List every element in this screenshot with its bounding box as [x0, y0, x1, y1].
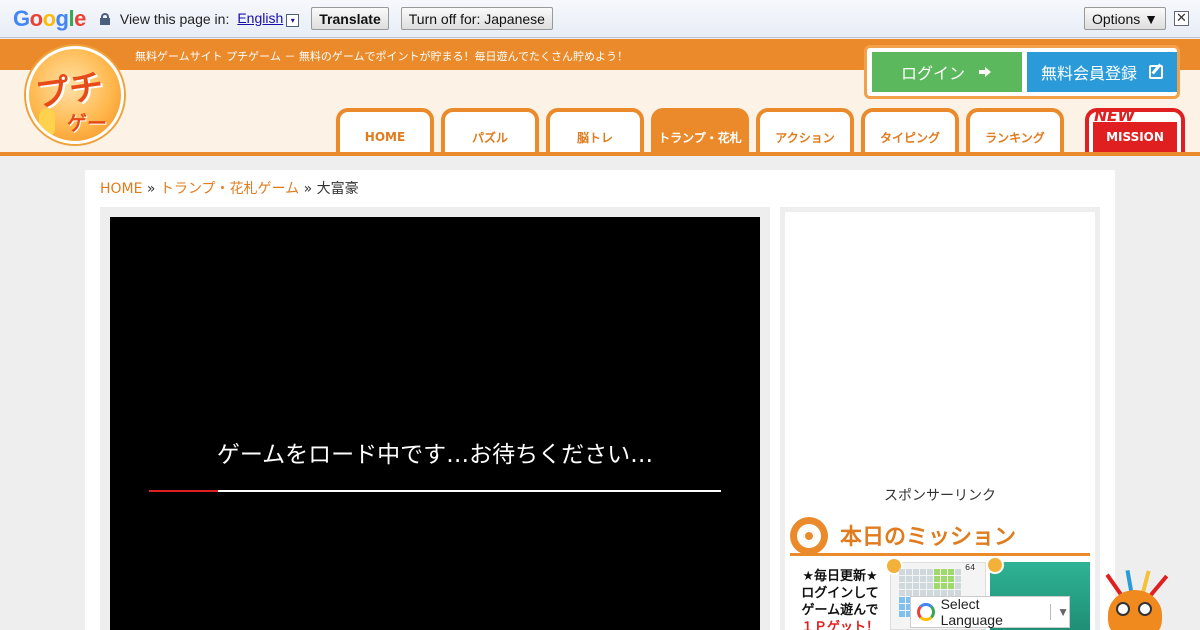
- puzzle-cell: [899, 604, 905, 610]
- header-divider: [0, 152, 1200, 156]
- google-logo: Google: [13, 5, 86, 31]
- puzzle-cell: [941, 569, 947, 575]
- select-language-widget[interactable]: Select Language ▼: [910, 596, 1070, 628]
- puzzle-cell: [934, 569, 940, 575]
- nav-tab-action[interactable]: アクション: [756, 108, 854, 154]
- puzzle-cell: [927, 576, 933, 582]
- mission-note: ★毎日更新★ ログインして ゲーム遊んで １Ｐゲット！: [794, 568, 886, 630]
- puzzle-cell: [899, 590, 905, 596]
- auth-box: ログイン 無料会員登録: [864, 45, 1180, 99]
- puzzle-cell: [920, 576, 926, 582]
- nav-tab-brain[interactable]: 脳トレ: [546, 108, 644, 154]
- medal-icon: [986, 556, 1004, 574]
- puzzle-cell: [955, 569, 961, 575]
- puzzle-cell: [934, 583, 940, 589]
- puzzle-cell: [899, 597, 905, 603]
- google-translate-bar: Google View this page in: English ▾ Trans…: [0, 0, 1200, 38]
- loading-progress-fill: [149, 490, 218, 492]
- register-button[interactable]: 無料会員登録: [1027, 52, 1177, 92]
- puzzle-cell: [899, 583, 905, 589]
- mascot-eye: [1138, 602, 1152, 616]
- puzzle-cell: [899, 576, 905, 582]
- main-content: HOME » トランプ・花札ゲーム » 大富豪 ゲームをロード中です…お待ちくだ…: [85, 170, 1115, 630]
- puzzle-cell: [948, 569, 954, 575]
- nav-tab-typing[interactable]: タイピング: [861, 108, 959, 154]
- puzzle-cell: [906, 583, 912, 589]
- select-language-label: Select Language: [940, 596, 1003, 628]
- loading-progress-bar: [149, 490, 721, 492]
- puzzle-cell: [927, 583, 933, 589]
- puzzle-cell: [941, 583, 947, 589]
- puzzle-cell: [920, 583, 926, 589]
- mission-note-line: ★毎日更新★: [802, 569, 878, 584]
- puzzle-cell: [906, 569, 912, 575]
- breadcrumb-separator: »: [142, 181, 160, 197]
- puzzle-cell: [955, 576, 961, 582]
- nav-tab-home[interactable]: HOME: [336, 108, 434, 154]
- puzzle-cell: [955, 583, 961, 589]
- nav-tab-ranking[interactable]: ランキング: [966, 108, 1064, 154]
- site-logo[interactable]: プチ ゲーム: [26, 46, 124, 144]
- turn-off-button[interactable]: Turn off for: Japanese: [400, 7, 553, 30]
- sign-in-icon: [979, 66, 993, 78]
- mission-note-line: １Ｐゲット！: [800, 620, 879, 630]
- register-label: 無料会員登録: [1040, 64, 1137, 83]
- select-language-divider: [1050, 604, 1052, 620]
- breadcrumb-current: 大富豪: [316, 181, 359, 197]
- breadcrumb: HOME » トランプ・花札ゲーム » 大富豪: [100, 178, 359, 198]
- site-header: 無料ゲームサイト プチゲーム － 無料のゲームでポイントが貯まる！毎日遊んでたく…: [0, 39, 1200, 156]
- breadcrumb-category[interactable]: トランプ・花札ゲーム: [160, 181, 299, 197]
- sidebar: スポンサーリンク 本日のミッション ★毎日更新★ ログインして ゲーム遊んで １…: [780, 207, 1100, 630]
- puzzle-cell: [941, 576, 947, 582]
- close-icon[interactable]: ✕: [1174, 11, 1189, 26]
- mission-note-line: ゲーム遊んで: [801, 603, 879, 618]
- game-canvas[interactable]: ゲームをロード中です…お待ちください…: [110, 217, 760, 630]
- translate-prompt: View this page in:: [119, 10, 230, 27]
- nav-tab-cards[interactable]: トランプ・花札: [651, 108, 749, 154]
- mascot-spike: [1148, 574, 1169, 598]
- puzzle-cell: [906, 576, 912, 582]
- sidebar-ad-area: スポンサーリンク 本日のミッション ★毎日更新★ ログインして ゲーム遊んで １…: [785, 212, 1095, 630]
- thumbnail-number: 64: [965, 563, 976, 572]
- game-frame: ゲームをロード中です…お待ちください…: [100, 207, 770, 630]
- login-button[interactable]: ログイン: [872, 52, 1022, 92]
- nav-tab-mission[interactable]: NEW MISSION: [1085, 106, 1185, 154]
- edit-icon: [1149, 65, 1163, 79]
- puzzle-cell: [948, 576, 954, 582]
- options-button[interactable]: Options ▼: [1084, 7, 1166, 30]
- loading-message: ゲームをロード中です…お待ちください…: [216, 442, 654, 468]
- puzzle-cell: [913, 569, 919, 575]
- puzzle-cell: [948, 583, 954, 589]
- target-icon: [790, 517, 828, 555]
- puzzle-cell: [927, 569, 933, 575]
- chevron-down-icon: ▼: [1057, 605, 1069, 619]
- google-icon: [917, 603, 935, 621]
- site-tagline: 無料ゲームサイト プチゲーム － 無料のゲームでポイントが貯まる！毎日遊んでたく…: [135, 50, 628, 63]
- login-label: ログイン: [900, 64, 965, 83]
- puzzle-cell: [920, 569, 926, 575]
- sponsor-link-label: スポンサーリンク: [884, 488, 996, 504]
- chevron-down-icon[interactable]: ▾: [286, 14, 300, 27]
- breadcrumb-separator: »: [299, 181, 317, 197]
- mascot-eye: [1116, 602, 1130, 616]
- mission-title: 本日のミッション: [840, 525, 1017, 550]
- language-select[interactable]: English ▾: [237, 10, 300, 27]
- lock-icon: [99, 12, 110, 25]
- breadcrumb-home[interactable]: HOME: [100, 181, 142, 197]
- puzzle-cell: [913, 576, 919, 582]
- nav-tab-puzzle[interactable]: パズル: [441, 108, 539, 154]
- logo-text-sub: ゲーム: [67, 111, 107, 141]
- mission-heading: 本日のミッション: [790, 514, 1090, 556]
- puzzle-cell: [899, 569, 905, 575]
- puzzle-cell: [913, 583, 919, 589]
- puzzle-cell: [899, 611, 905, 617]
- mission-note-line: ログインして: [801, 586, 879, 601]
- translate-button[interactable]: Translate: [311, 7, 389, 30]
- mascot-character: [1090, 568, 1180, 630]
- puzzle-cell: [934, 576, 940, 582]
- mission-label: MISSION: [1093, 122, 1177, 152]
